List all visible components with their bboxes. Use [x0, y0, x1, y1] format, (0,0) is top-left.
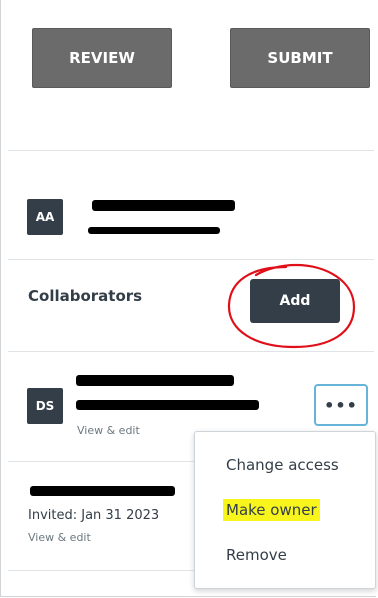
- divider: [8, 351, 374, 352]
- invited-date: Invited: Jan 31 2023: [28, 508, 160, 523]
- divider: [8, 259, 374, 260]
- redacted-invitee-email: [30, 486, 175, 496]
- avatar: AA: [27, 199, 63, 235]
- menu-item-remove[interactable]: Remove: [223, 544, 290, 566]
- redacted-owner-email: [88, 227, 220, 234]
- submit-button[interactable]: SUBMIT: [230, 28, 370, 88]
- menu-item-make-owner[interactable]: Make owner: [223, 499, 320, 521]
- more-options-button[interactable]: •••: [314, 384, 368, 426]
- review-button[interactable]: REVIEW: [32, 28, 172, 88]
- divider: [8, 150, 374, 151]
- redacted-member-name: [76, 375, 234, 386]
- menu-item-change-access[interactable]: Change access: [223, 454, 342, 476]
- options-menu: Change access Make owner Remove: [194, 431, 376, 589]
- redacted-owner-name: [92, 200, 235, 211]
- invitee-permission: View & edit: [28, 531, 91, 544]
- add-collaborator-button[interactable]: Add: [250, 279, 340, 323]
- collaborators-title: Collaborators: [28, 287, 143, 305]
- member-permission: View & edit: [77, 424, 140, 437]
- redacted-member-email: [76, 400, 259, 410]
- avatar: DS: [27, 388, 63, 424]
